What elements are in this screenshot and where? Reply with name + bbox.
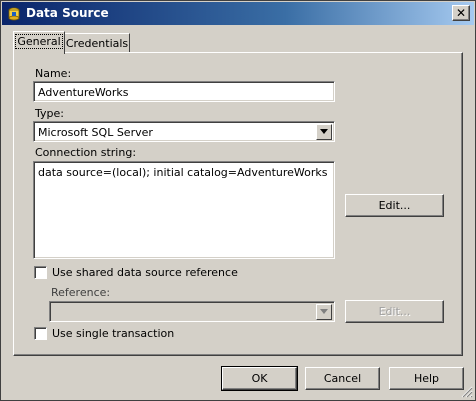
type-select[interactable]: Microsoft SQL Server (33, 121, 335, 142)
help-button[interactable]: Help (389, 367, 464, 390)
cancel-button[interactable]: Cancel (305, 367, 380, 390)
chevron-down-icon (320, 309, 328, 314)
edit-reference-button[interactable]: Edit... (345, 300, 444, 323)
tab-credentials-label: Credentials (65, 37, 129, 50)
tab-general[interactable]: General (13, 31, 65, 54)
connection-string-label: Connection string: (35, 146, 137, 159)
title-bar[interactable]: Data Source ✕ (2, 2, 474, 25)
reference-dropdown-button[interactable] (316, 304, 332, 320)
chevron-down-icon (320, 129, 328, 134)
tab-general-label: General (15, 34, 63, 49)
single-transaction-checkbox[interactable] (34, 327, 47, 340)
resize-grip-icon[interactable] (461, 386, 473, 398)
close-button[interactable]: ✕ (452, 5, 470, 21)
type-label: Type: (35, 107, 64, 120)
connection-string-value: data source=(local); initial catalog=Adv… (38, 166, 328, 179)
data-source-icon (8, 7, 20, 21)
shared-reference-label: Use shared data source reference (52, 266, 238, 279)
name-value: AdventureWorks (38, 86, 129, 99)
close-icon: ✕ (455, 6, 467, 20)
type-value: Microsoft SQL Server (38, 126, 153, 139)
name-label: Name: (35, 67, 72, 80)
tab-credentials[interactable]: Credentials (64, 33, 130, 53)
ok-button[interactable]: OK (221, 366, 298, 391)
connection-string-field[interactable]: data source=(local); initial catalog=Adv… (33, 161, 335, 259)
single-transaction-label: Use single transaction (52, 327, 175, 340)
dialog-window: Data Source ✕ General Credentials Name: … (0, 0, 476, 401)
window-title: Data Source (26, 6, 109, 20)
reference-select[interactable] (49, 301, 335, 322)
reference-label: Reference: (51, 286, 111, 299)
name-field[interactable]: AdventureWorks (33, 81, 335, 102)
type-dropdown-button[interactable] (316, 124, 332, 140)
edit-connection-button[interactable]: Edit... (345, 194, 444, 217)
shared-reference-checkbox[interactable] (34, 266, 47, 279)
